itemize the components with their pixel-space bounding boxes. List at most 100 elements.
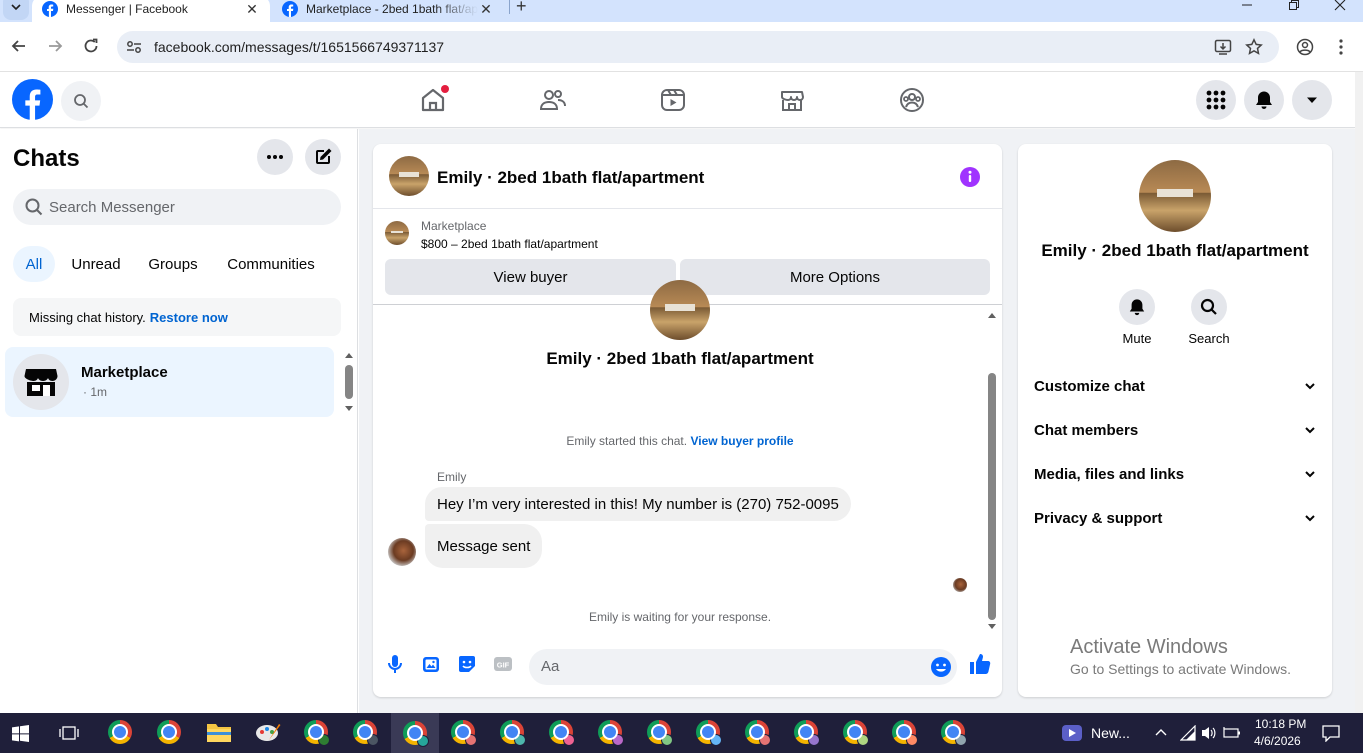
window-close-button[interactable] xyxy=(1317,0,1363,15)
search-messenger-input[interactable] xyxy=(49,198,319,216)
sender-avatar[interactable] xyxy=(388,538,416,566)
taskbar-chrome-profile[interactable] xyxy=(647,720,673,746)
sticker-icon[interactable] xyxy=(457,654,477,674)
gif-icon[interactable]: GIF xyxy=(493,654,513,674)
marketplace-icon[interactable] xyxy=(778,86,806,114)
chat-options-button[interactable] xyxy=(257,139,293,175)
scroll-down-icon[interactable] xyxy=(987,623,997,631)
taskbar-chrome-profile[interactable] xyxy=(353,720,379,746)
details-avatar[interactable] xyxy=(1139,160,1211,232)
new-message-button[interactable] xyxy=(305,139,341,175)
install-app-icon[interactable] xyxy=(1214,38,1232,56)
info-icon[interactable] xyxy=(959,166,981,188)
taskbar-chrome-active[interactable] xyxy=(391,713,439,753)
clock-time[interactable]: 10:18 PM xyxy=(1255,717,1306,731)
scrollbar-thumb[interactable] xyxy=(345,365,353,399)
taskbar-chrome-profile[interactable] xyxy=(598,720,624,746)
scrollbar-thumb[interactable] xyxy=(988,373,996,620)
menu-button[interactable] xyxy=(1196,80,1236,120)
taskbar-chrome-profile[interactable] xyxy=(549,720,575,746)
tab-messenger[interactable]: Messenger | Facebook ✕ xyxy=(32,0,270,22)
section-customize-chat[interactable]: Customize chat xyxy=(1026,368,1324,404)
taskbar-chrome-profile[interactable] xyxy=(745,720,771,746)
new-tab-button[interactable]: + xyxy=(516,0,527,17)
taskbar-file-explorer[interactable] xyxy=(206,720,232,746)
filter-communities[interactable]: Communities xyxy=(214,246,328,282)
filter-unread[interactable]: Unread xyxy=(62,246,130,282)
message-input[interactable] xyxy=(541,658,911,675)
facebook-logo-icon[interactable] xyxy=(12,79,53,120)
mute-action[interactable]: Mute xyxy=(1107,289,1167,346)
like-thumbs-up-icon[interactable] xyxy=(968,652,992,676)
chevron-up-icon[interactable] xyxy=(1155,727,1167,737)
taskbar-chrome[interactable] xyxy=(108,720,134,746)
battery-icon[interactable] xyxy=(1223,726,1241,740)
search-conversation-button[interactable] xyxy=(1191,289,1227,325)
message-bubble[interactable]: Message sent xyxy=(425,524,543,568)
taskbar-chrome-profile[interactable] xyxy=(696,720,722,746)
tab-close-icon[interactable]: ✕ xyxy=(478,1,494,17)
filter-all[interactable]: All xyxy=(13,246,55,282)
notification-center-icon[interactable] xyxy=(1322,724,1340,742)
taskbar-paint[interactable] xyxy=(255,720,281,746)
search-action[interactable]: Search xyxy=(1179,289,1239,346)
conversation-avatar[interactable] xyxy=(389,156,429,196)
filter-groups[interactable]: Groups xyxy=(138,246,208,282)
view-buyer-profile-link[interactable]: View buyer profile xyxy=(690,434,793,448)
back-button[interactable] xyxy=(9,36,29,56)
page-scrollbar[interactable] xyxy=(1355,72,1363,713)
restore-now-link[interactable]: Restore now xyxy=(150,310,228,325)
conversation-title[interactable]: Emily · 2bed 1bath flat/apartment xyxy=(437,168,704,188)
section-chat-members[interactable]: Chat members xyxy=(1026,412,1324,448)
site-settings-icon[interactable] xyxy=(124,39,144,55)
taskbar-chrome-profile[interactable] xyxy=(843,720,869,746)
conversation-scrollbar[interactable] xyxy=(985,309,999,632)
news-widget-icon[interactable] xyxy=(1062,725,1082,741)
message-bubble[interactable]: Hey I’m very interested in this! My numb… xyxy=(425,487,851,521)
tab-close-icon[interactable]: ✕ xyxy=(244,1,260,17)
account-button[interactable] xyxy=(1292,80,1332,120)
more-options-button[interactable]: More Options xyxy=(680,259,990,295)
taskbar-chrome-profile[interactable] xyxy=(892,720,918,746)
minimize-button[interactable] xyxy=(1224,0,1270,15)
photo-icon[interactable] xyxy=(421,654,441,674)
scroll-up-icon[interactable] xyxy=(987,311,997,319)
message-input-field[interactable] xyxy=(529,649,957,685)
profile-icon[interactable] xyxy=(1296,38,1314,56)
scroll-up-icon[interactable] xyxy=(344,351,354,359)
section-privacy-support[interactable]: Privacy & support xyxy=(1026,500,1324,536)
listing-title[interactable]: $800 – 2bed 1bath flat/apartment xyxy=(421,237,598,251)
chat-list-scrollbar[interactable] xyxy=(344,351,354,413)
taskbar-chrome[interactable] xyxy=(157,720,183,746)
view-buyer-button[interactable]: View buyer xyxy=(385,259,676,295)
url-input[interactable] xyxy=(154,39,1154,55)
wifi-icon[interactable] xyxy=(1180,725,1196,741)
taskbar-chrome-profile[interactable] xyxy=(304,720,330,746)
groups-icon[interactable] xyxy=(898,86,926,114)
forward-button[interactable] xyxy=(45,36,65,56)
scroll-down-icon[interactable] xyxy=(344,405,354,413)
address-bar[interactable] xyxy=(117,31,1279,63)
tab-marketplace[interactable]: Marketplace - 2bed 1bath flat/apartment … xyxy=(272,0,504,22)
restore-button[interactable] xyxy=(1271,0,1317,15)
section-media-files-links[interactable]: Media, files and links xyxy=(1026,456,1324,492)
notifications-button[interactable] xyxy=(1244,80,1284,120)
taskbar-chrome-profile[interactable] xyxy=(500,720,526,746)
listing-thumbnail[interactable] xyxy=(385,221,409,245)
facebook-search-button[interactable] xyxy=(61,81,101,121)
emoji-icon[interactable] xyxy=(930,656,952,678)
search-messenger-field[interactable] xyxy=(13,189,341,225)
chat-item-marketplace[interactable]: Marketplace · 1m xyxy=(5,347,334,417)
taskbar-chrome-profile[interactable] xyxy=(451,720,477,746)
video-icon[interactable] xyxy=(659,86,687,114)
volume-icon[interactable] xyxy=(1201,725,1217,741)
windows-start-icon[interactable] xyxy=(12,725,29,742)
news-widget-label[interactable]: New... xyxy=(1091,725,1130,741)
reload-button[interactable] xyxy=(81,36,101,56)
more-vertical-icon[interactable] xyxy=(1332,38,1350,56)
taskbar-chrome-profile[interactable] xyxy=(794,720,820,746)
task-view-icon[interactable] xyxy=(59,724,79,742)
bookmark-star-icon[interactable] xyxy=(1245,38,1263,56)
friends-icon[interactable] xyxy=(539,86,567,114)
clock-date[interactable]: 4/6/2026 xyxy=(1254,734,1301,748)
